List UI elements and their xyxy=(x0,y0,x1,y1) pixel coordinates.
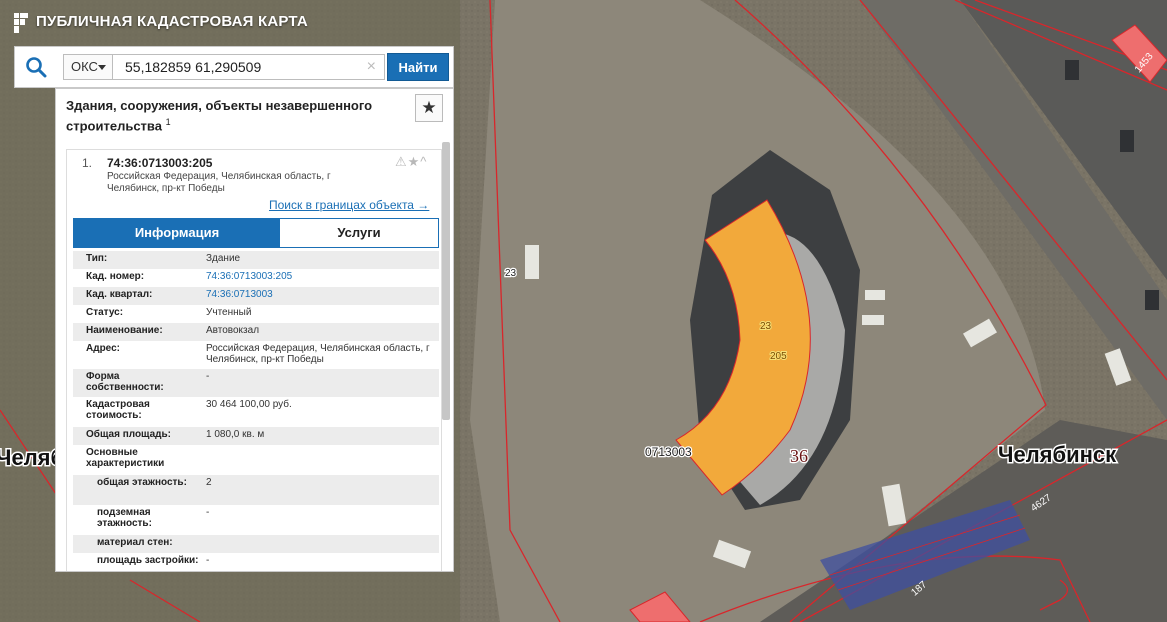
info-row-ownership: Форма собственности: - xyxy=(73,369,439,397)
row-label: общая этажность: xyxy=(97,477,187,488)
info-row-status: Статус: Учтенный xyxy=(73,305,439,323)
find-button[interactable]: Найти xyxy=(387,53,449,81)
quarter-label: 0713003 xyxy=(645,445,692,459)
info-row-built-area: площадь застройки: - xyxy=(73,553,439,571)
row-value: 30 464 100,00 руб. xyxy=(206,399,292,410)
app-title: ПУБЛИЧНАЯ КАДАСТРОВАЯ КАРТА xyxy=(36,13,308,30)
row-value: - xyxy=(206,371,210,382)
search-bar: ОКС 55,182859 61,290509 × Найти xyxy=(14,46,454,88)
results-panel: Здания, сооружения, объекты незавершенно… xyxy=(55,88,454,572)
row-value: - xyxy=(206,555,210,566)
plot-label-23: 23 xyxy=(760,321,772,332)
row-label: Тип: xyxy=(86,253,108,264)
result-actions-icons[interactable]: ⚠★^ xyxy=(395,154,427,170)
plot-label-205: 205 xyxy=(770,351,787,362)
info-row-floors: общая этажность: 2 xyxy=(73,475,439,505)
row-value: Здание xyxy=(206,253,241,264)
row-label: Общая площадь: xyxy=(86,429,172,440)
app-header: ПУБЛИЧНАЯ КАДАСТРОВАЯ КАРТА xyxy=(0,0,455,46)
city-label-right: Челябинск xyxy=(998,442,1117,467)
row-label: Кад. номер: xyxy=(86,271,145,282)
row-value: Учтенный xyxy=(206,307,252,318)
district-label: 36 xyxy=(790,446,808,466)
result-card[interactable]: 1. 74:36:0713003:205 Российская Федераци… xyxy=(66,149,442,571)
row-label: Форма собственности: xyxy=(86,371,164,393)
tab-information[interactable]: Информация xyxy=(74,219,280,247)
search-input-value: 55,182859 61,290509 xyxy=(125,59,262,75)
info-row-cad-number: Кад. номер: 74:36:0713003:205 xyxy=(73,269,439,287)
search-icon[interactable] xyxy=(25,56,47,78)
app-logo-icon xyxy=(14,13,28,33)
info-row-type: Тип: Здание xyxy=(73,251,439,269)
info-row-cad-quarter: Кад. квартал: 74:36:0713003 xyxy=(73,287,439,305)
clear-icon[interactable]: × xyxy=(367,55,376,79)
row-value: Российская Федерация, Челябинская област… xyxy=(206,343,430,365)
result-cad-number[interactable]: 74:36:0713003:205 xyxy=(107,156,212,170)
info-row-main-characteristics: Основные характеристики xyxy=(73,445,439,475)
search-in-bounds-link[interactable]: Поиск в границах объекта → xyxy=(269,198,429,212)
info-row-underground-floors: подземная этажность: - xyxy=(73,505,439,535)
row-label: Основные характеристики xyxy=(86,447,165,469)
info-row-name: Наименование: Автовокзал xyxy=(73,323,439,341)
cad-number-link[interactable]: 74:36:0713003:205 xyxy=(206,271,431,282)
star-icon: ★ xyxy=(421,98,437,117)
object-type-value: ОКС xyxy=(71,59,98,74)
row-label: подземная этажность: xyxy=(97,507,152,529)
chevron-down-icon xyxy=(98,65,106,70)
object-type-select[interactable]: ОКС xyxy=(63,54,113,80)
row-label: Кадастровая стоимость: xyxy=(86,399,150,421)
row-label: Наименование: xyxy=(86,325,163,336)
row-label: Статус: xyxy=(86,307,124,318)
info-row-area: Общая площадь: 1 080,0 кв. м xyxy=(73,427,439,445)
result-index: 1. xyxy=(82,156,93,170)
row-label: Адрес: xyxy=(86,343,120,354)
result-count: 1 xyxy=(165,117,171,127)
search-input[interactable]: 55,182859 61,290509 × xyxy=(113,54,385,80)
info-row-cadastral-value: Кадастровая стоимость: 30 464 100,00 руб… xyxy=(73,397,439,427)
row-value: Автовокзал xyxy=(206,325,260,336)
cad-quarter-link[interactable]: 74:36:0713003 xyxy=(206,289,431,300)
row-value: - xyxy=(206,507,210,518)
tab-services[interactable]: Услуги xyxy=(280,219,438,247)
plot-label-23-left: 23 xyxy=(505,268,517,279)
result-address: Российская Федерация, Челябинская област… xyxy=(107,171,331,194)
favorite-button[interactable]: ★ xyxy=(415,94,443,122)
info-row-wall-material: материал стен: xyxy=(73,535,439,553)
info-row-address: Адрес: Российская Федерация, Челябинская… xyxy=(73,341,439,369)
row-value: 2 xyxy=(206,477,212,488)
panel-title: Здания, сооружения, объекты незавершенно… xyxy=(66,98,406,134)
info-tabs: Информация Услуги xyxy=(73,218,439,248)
row-label: Кад. квартал: xyxy=(86,289,153,300)
row-label: материал стен: xyxy=(97,537,173,548)
row-label: площадь застройки: xyxy=(97,555,199,566)
panel-title-text: Здания, сооружения, объекты незавершенно… xyxy=(66,98,373,134)
panel-scrollbar[interactable] xyxy=(442,142,450,420)
row-value: 1 080,0 кв. м xyxy=(206,429,265,440)
